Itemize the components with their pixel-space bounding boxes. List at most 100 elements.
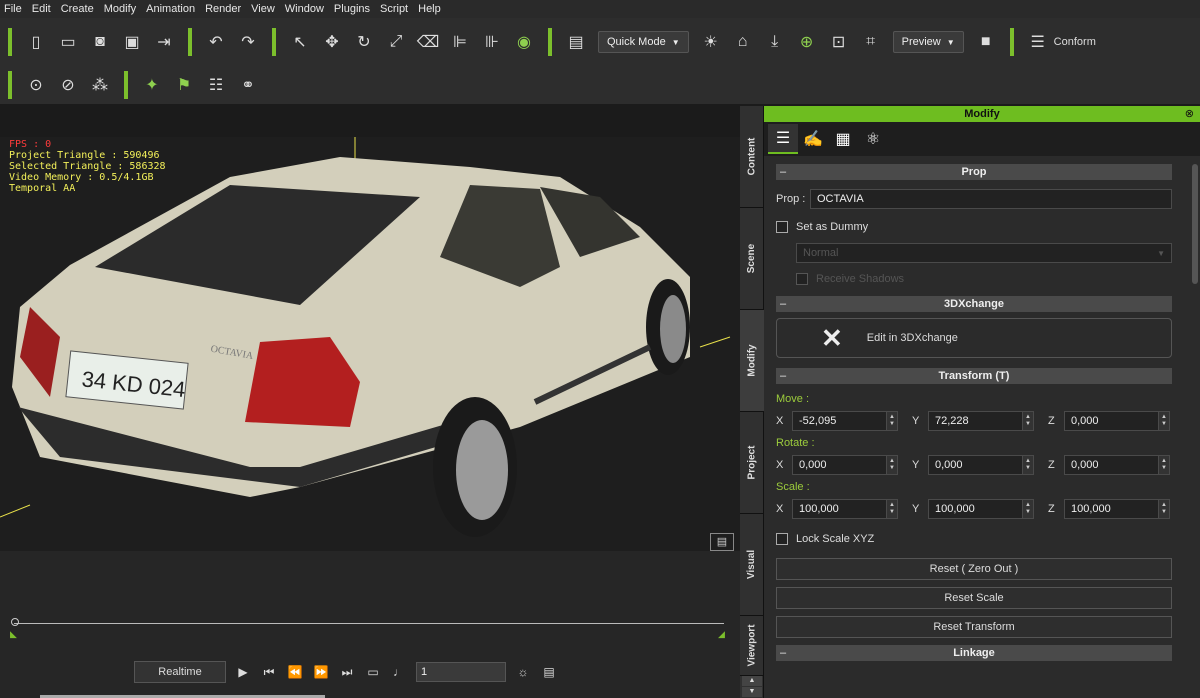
close-icon[interactable]: ⊗	[1185, 106, 1194, 122]
prev-key-icon[interactable]: ⏪	[282, 661, 308, 683]
stepper-arrows-icon[interactable]: ▲ ▼	[886, 455, 898, 475]
section-prop[interactable]: – Prop	[776, 164, 1172, 180]
tab-scroll-down-icon[interactable]: ▼	[742, 687, 762, 697]
scale-x-input[interactable]: 100,000	[792, 499, 886, 519]
menu-item-file[interactable]: File	[4, 3, 22, 15]
scale-z-stepper[interactable]: 100,000 ▲ ▼	[1064, 499, 1170, 519]
scale-y-input[interactable]: 100,000	[928, 499, 1022, 519]
layout-icon[interactable]: ▤	[562, 28, 590, 56]
camera-fit-icon[interactable]: ⊡	[825, 28, 853, 56]
stepper-arrows-icon[interactable]: ▲ ▼	[1158, 411, 1170, 431]
menu-item-animation[interactable]: Animation	[146, 3, 195, 15]
video-camera-icon[interactable]: ■	[972, 28, 1000, 56]
section-linkage[interactable]: – Linkage	[776, 645, 1172, 661]
move-x-stepper[interactable]: -52,095 ▲ ▼	[792, 411, 898, 431]
stepper-arrows-icon[interactable]: ▲ ▼	[1158, 499, 1170, 519]
menu-item-render[interactable]: Render	[205, 3, 241, 15]
menu-item-window[interactable]: Window	[285, 3, 324, 15]
section-3dxchange[interactable]: –3DXchange	[776, 296, 1172, 312]
frame-input[interactable]: 1	[416, 662, 506, 682]
next-key-icon[interactable]: ⏩	[308, 661, 334, 683]
select-arrow-icon[interactable]: ↖	[286, 28, 314, 56]
motion-figure-icon[interactable]: ✍	[798, 124, 828, 154]
timeline-start-marker[interactable]	[11, 618, 19, 626]
gizmo-icon[interactable]: ⊙	[22, 71, 50, 99]
reset-zero-out-button[interactable]: Reset ( Zero Out )	[776, 558, 1172, 580]
move-x-input[interactable]: -52,095	[792, 411, 886, 431]
comment-icon[interactable]: ▤	[710, 533, 734, 551]
lock-scale-checkbox[interactable]	[776, 533, 788, 545]
tab-content[interactable]: Content	[740, 106, 764, 208]
rotate-x-stepper[interactable]: 0,000 ▲ ▼	[792, 455, 898, 475]
run-figure-icon[interactable]: ✦	[138, 71, 166, 99]
tab-scroll-up-icon[interactable]: ▲	[742, 676, 762, 686]
rotate-x-input[interactable]: 0,000	[792, 455, 886, 475]
tab-visual[interactable]: Visual	[740, 514, 764, 616]
menu-item-edit[interactable]: Edit	[32, 3, 51, 15]
timeline-track[interactable]	[14, 623, 724, 624]
3d-viewport[interactable]: 34 KD 024 OCTAVIA FPS : 0 Project Triangl…	[0, 137, 740, 551]
play-icon[interactable]: ▶	[230, 661, 256, 683]
loop-icon[interactable]: ▭	[360, 661, 386, 683]
checker-material-icon[interactable]: ▦	[828, 124, 858, 154]
stepper-arrows-icon[interactable]: ▲ ▼	[886, 411, 898, 431]
preview-dropdown[interactable]: Preview ▼	[892, 31, 964, 53]
set-as-dummy-checkbox[interactable]	[776, 221, 788, 233]
settings-gear-icon[interactable]: ☼	[510, 661, 536, 683]
light-icon[interactable]: ☀	[697, 28, 725, 56]
gizmo-rotate-icon[interactable]: ⊘	[54, 71, 82, 99]
realtime-button[interactable]: Realtime	[134, 661, 226, 683]
rotate-z-input[interactable]: 0,000	[1064, 455, 1158, 475]
export-icon[interactable]: ⇥	[150, 28, 178, 56]
scale-z-input[interactable]: 100,000	[1064, 499, 1158, 519]
prop-name-input[interactable]: OCTAVIA	[810, 189, 1172, 209]
menu-item-help[interactable]: Help	[418, 3, 441, 15]
normal-dropdown[interactable]: Normal ▼	[796, 243, 1172, 263]
quick-mode-dropdown[interactable]: Quick Mode ▼	[598, 31, 689, 53]
fit-down-icon[interactable]: ⤓	[761, 28, 789, 56]
move-icon[interactable]: ✥	[318, 28, 346, 56]
rotate-icon[interactable]: ↻	[350, 28, 378, 56]
sliders-icon[interactable]: ☰	[768, 124, 798, 154]
menu-item-view[interactable]: View	[251, 3, 275, 15]
stepper-arrows-icon[interactable]: ▲ ▼	[1022, 499, 1034, 519]
conform-label[interactable]: Conform	[1054, 36, 1096, 48]
receive-shadows-checkbox[interactable]	[796, 273, 808, 285]
target-icon[interactable]: ⊕	[793, 28, 821, 56]
timeline-toggle-icon[interactable]: ▤	[536, 661, 562, 683]
menu-item-modify[interactable]: Modify	[104, 3, 136, 15]
menu-item-create[interactable]: Create	[61, 3, 94, 15]
checklist-icon[interactable]: ☷	[202, 71, 230, 99]
edit-3dxchange-button[interactable]: ✕ Edit in 3DXchange	[776, 318, 1172, 358]
move-y-input[interactable]: 72,228	[928, 411, 1022, 431]
move-z-input[interactable]: 0,000	[1064, 411, 1158, 431]
stepper-arrows-icon[interactable]: ▲ ▼	[1022, 455, 1034, 475]
tab-viewport[interactable]: Viewport	[740, 616, 764, 676]
first-frame-icon[interactable]: ⏮	[256, 661, 282, 683]
cubes-icon[interactable]: ⁂	[86, 71, 114, 99]
home-icon[interactable]: ⌂	[729, 28, 757, 56]
panel-scrollbar[interactable]	[1192, 164, 1198, 284]
last-frame-icon[interactable]: ⏭	[334, 661, 360, 683]
section-transform[interactable]: – Transform (T)	[776, 368, 1172, 384]
eye-icon[interactable]: ◉	[510, 28, 538, 56]
flag-icon[interactable]: ⚑	[170, 71, 198, 99]
scale-x-stepper[interactable]: 100,000 ▲ ▼	[792, 499, 898, 519]
scale-icon[interactable]: ⤢	[382, 28, 410, 56]
scale-y-stepper[interactable]: 100,000 ▲ ▼	[928, 499, 1034, 519]
reset-transform-button[interactable]: Reset Transform	[776, 616, 1172, 638]
audio-note-icon[interactable]: ♩	[386, 661, 412, 683]
menu-item-script[interactable]: Script	[380, 3, 408, 15]
eraser-icon[interactable]: ⌫	[414, 28, 442, 56]
align-left-icon[interactable]: ⊫	[446, 28, 474, 56]
conform-icon[interactable]: ☰	[1024, 28, 1052, 56]
save-icon[interactable]: ◙	[86, 28, 114, 56]
align-icon[interactable]: ⊪	[478, 28, 506, 56]
tab-scene[interactable]: Scene	[740, 208, 764, 310]
frame-select-icon[interactable]: ⌗	[857, 28, 885, 56]
stepper-arrows-icon[interactable]: ▲ ▼	[886, 499, 898, 519]
rotate-y-input[interactable]: 0,000	[928, 455, 1022, 475]
move-z-stepper[interactable]: 0,000 ▲ ▼	[1064, 411, 1170, 431]
rotate-y-stepper[interactable]: 0,000 ▲ ▼	[928, 455, 1034, 475]
move-y-stepper[interactable]: 72,228 ▲ ▼	[928, 411, 1034, 431]
